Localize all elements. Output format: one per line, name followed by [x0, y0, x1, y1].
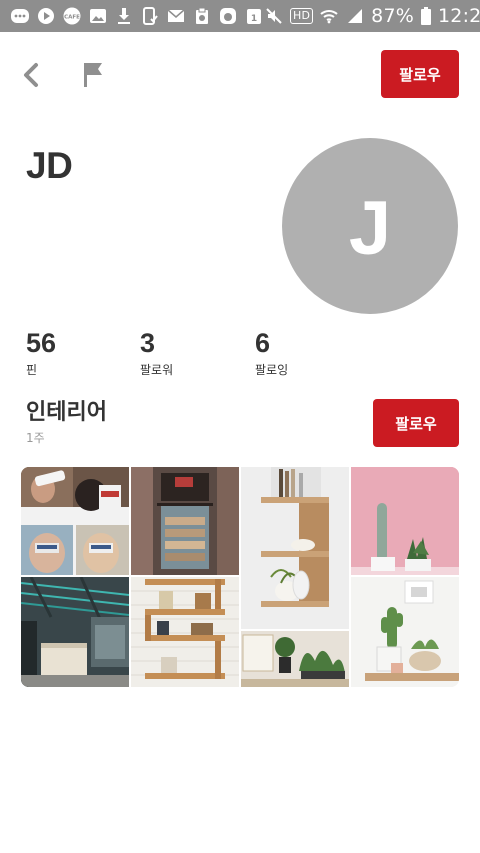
chevron-left-icon [24, 63, 38, 87]
report-button[interactable] [78, 58, 108, 92]
pin-image-cafe-storefront[interactable] [131, 467, 239, 575]
chat-icon [10, 7, 30, 25]
stat-followers[interactable]: 3 팔로워 [140, 328, 173, 378]
hd-icon: HD [290, 8, 314, 24]
signal-icon [345, 7, 365, 25]
follow-board-button[interactable]: 팔로우 [373, 399, 459, 447]
calendar-icon: 1 [244, 7, 264, 25]
pin-image-cactus-shelf[interactable] [351, 577, 459, 687]
avatar[interactable]: J [282, 138, 458, 314]
wifi-icon [319, 7, 339, 25]
stat-following[interactable]: 6 팔로잉 [255, 328, 288, 378]
mail-icon [166, 7, 186, 25]
cafe-label: CAFE [64, 15, 80, 21]
download-icon [114, 7, 134, 25]
board-cover-grid[interactable] [21, 467, 459, 687]
system-indicators: HD 87% 12:29 [264, 5, 480, 27]
avatar-letter: J [348, 185, 392, 271]
status-bar: CAFE 1 HD 87% 12:2 [0, 0, 480, 32]
stat-pins-count: 56 [26, 328, 57, 358]
stat-pins-label: 핀 [26, 363, 38, 377]
pin-image-corner-shelf[interactable] [241, 467, 349, 629]
notification-icons: CAFE 1 [0, 7, 264, 25]
svg-text:1: 1 [251, 14, 257, 24]
pin-image-potted-plants[interactable] [241, 631, 349, 687]
gallery-icon [88, 7, 108, 25]
profile-stats: 56 핀 3 팔로워 6 팔로잉 [26, 328, 386, 384]
back-button[interactable] [16, 58, 46, 92]
pin-image-wall-shelves[interactable] [131, 577, 239, 687]
top-nav: 팔로우 [0, 32, 480, 116]
stat-pins[interactable]: 56 핀 [26, 328, 56, 378]
play-icon [36, 7, 56, 25]
flag-icon [84, 63, 102, 87]
pin-image-cactus-pink[interactable] [351, 467, 459, 575]
follow-user-button[interactable]: 팔로우 [381, 50, 459, 98]
cafe-icon: CAFE [62, 7, 82, 25]
package-icon [192, 7, 212, 25]
stat-following-count: 6 [255, 328, 271, 358]
stat-following-label: 팔로잉 [255, 363, 289, 377]
photo-app-icon [218, 7, 238, 25]
mute-icon [264, 7, 284, 25]
pin-image-coffee-cups[interactable] [21, 467, 129, 575]
battery-percent: 87% [371, 5, 414, 27]
phone-check-icon [140, 7, 160, 25]
stat-followers-label: 팔로워 [140, 363, 174, 377]
battery-icon [420, 7, 432, 25]
clock: 12:29 [438, 5, 480, 27]
pin-image-cafe-interior[interactable] [21, 577, 129, 687]
stat-followers-count: 3 [140, 328, 156, 358]
profile-name: JD [26, 145, 73, 186]
